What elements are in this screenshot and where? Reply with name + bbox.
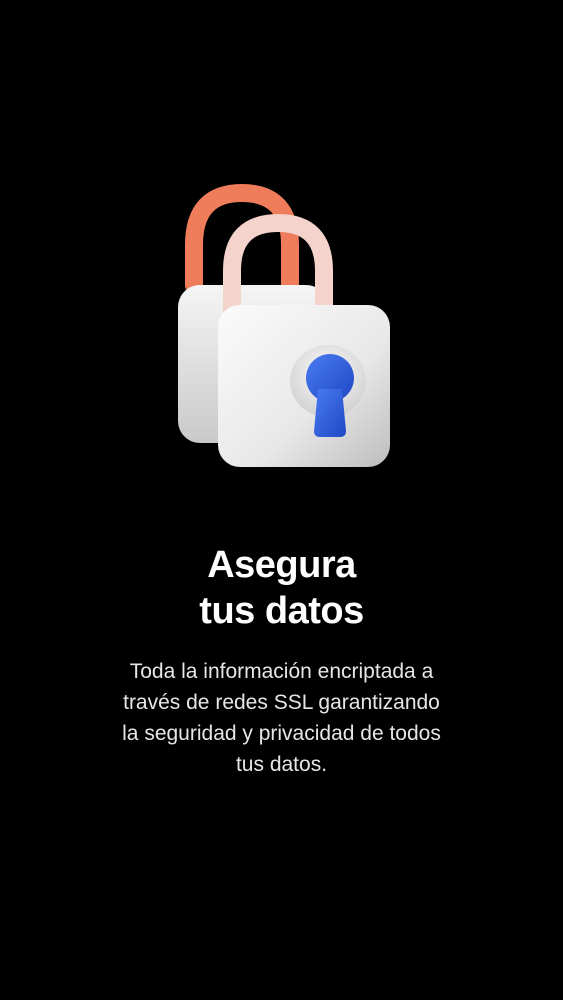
description-text: Toda la información encriptada a través … — [0, 656, 563, 780]
onboarding-screen: Asegura tus datos Toda la información en… — [0, 0, 563, 1000]
description-line: través de redes SSL garantizando — [123, 691, 440, 714]
page-title: Asegura tus datos — [0, 542, 563, 634]
description-line: Toda la información encriptada a — [129, 660, 434, 683]
description-line: tus datos. — [235, 753, 328, 776]
description-line: la seguridad y privacidad de todos — [122, 722, 441, 745]
title-line: Asegura — [207, 544, 356, 586]
title-line: tus datos — [199, 590, 364, 632]
padlock-icon — [160, 175, 410, 475]
